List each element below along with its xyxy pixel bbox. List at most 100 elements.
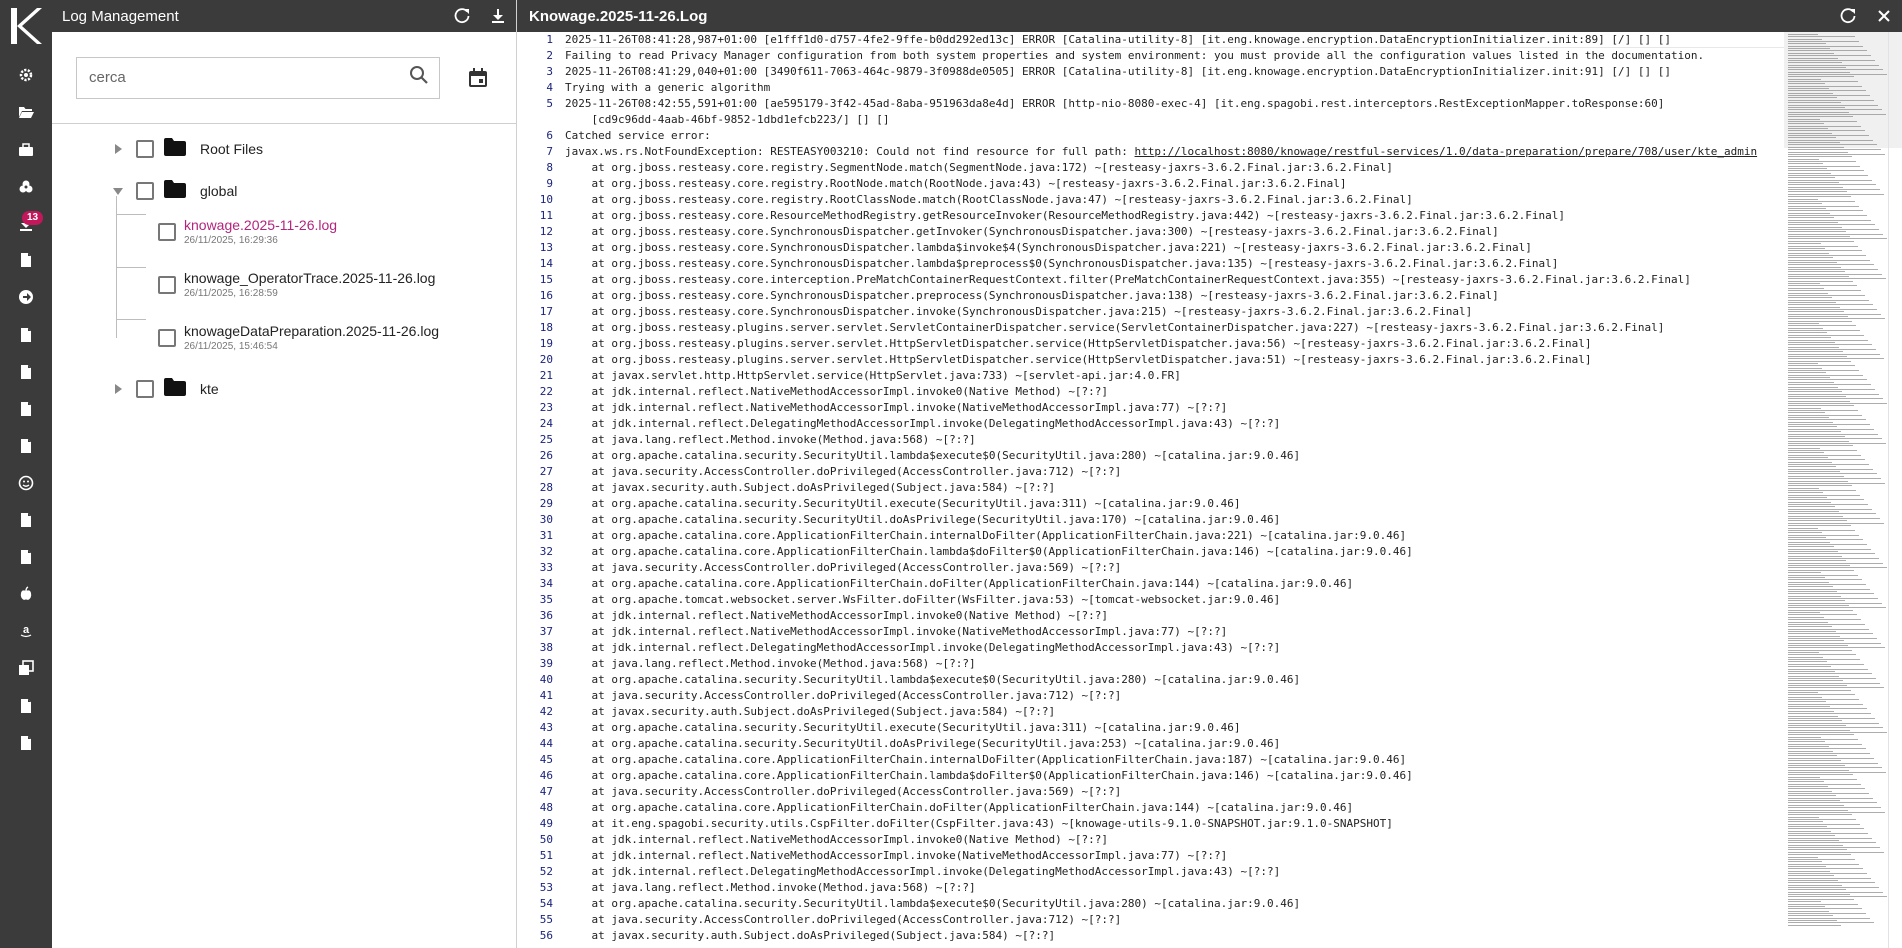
- minimap-line: [1788, 767, 1882, 769]
- minimap-line: [1788, 830, 1831, 832]
- collapse-arrow-icon[interactable]: [110, 183, 126, 199]
- log-line-text: at org.apache.catalina.core.ApplicationF…: [565, 801, 1354, 814]
- log-line: at jdk.internal.reflect.NativeMethodAcce…: [565, 832, 1902, 848]
- rail-item-document[interactable]: [0, 431, 52, 461]
- rail-item-document[interactable]: [0, 357, 52, 387]
- file-node-data-preparation-log[interactable]: knowageDataPreparation.2025-11-26.log 26…: [158, 322, 439, 354]
- minimap-line: [1788, 823, 1860, 825]
- minimap-line: [1788, 558, 1879, 560]
- minimap-line: [1788, 598, 1878, 599]
- minimap-line: [1788, 811, 1885, 813]
- minimap-line: [1788, 414, 1862, 416]
- download-button[interactable]: [480, 0, 516, 32]
- file-checkbox[interactable]: [158, 329, 176, 347]
- tree-node-global[interactable]: global: [110, 176, 237, 206]
- rail-item-smile[interactable]: [0, 468, 52, 498]
- file-name[interactable]: knowage.2025-11-26.log: [184, 216, 337, 234]
- log-line-text: at org.jboss.resteasy.core.SynchronousDi…: [565, 289, 1499, 302]
- file-checkbox[interactable]: [158, 276, 176, 294]
- file-text: knowageDataPreparation.2025-11-26.log 26…: [184, 322, 439, 354]
- refresh-button[interactable]: [444, 0, 480, 32]
- minimap-line: [1788, 847, 1880, 849]
- log-content[interactable]: 2025-11-26T08:41:28,987+01:00 [e1fff1d0-…: [563, 32, 1902, 948]
- log-line: at org.jboss.resteasy.core.interception.…: [565, 272, 1902, 288]
- minimap-line: [1788, 445, 1853, 447]
- minimap-line: [1788, 889, 1846, 891]
- code-editor[interactable]: 1 2 3 4 5 6 7 8 9 10 11 12 13 14 15 16 17 18 19 20 21 22 23 24 2…: [517, 32, 1902, 948]
- rail-item-gear[interactable]: [0, 60, 52, 90]
- global-checkbox[interactable]: [136, 182, 154, 200]
- resource-url-link[interactable]: http://localhost:8080/knowage/restful-se…: [1135, 145, 1758, 158]
- rail-item-document[interactable]: [0, 691, 52, 721]
- rail-item-document[interactable]: [0, 394, 52, 424]
- minimap-line: [1788, 325, 1856, 327]
- minimap-line: [1788, 372, 1826, 374]
- minimap-line: [1788, 668, 1868, 670]
- file-name[interactable]: knowage_OperatorTrace.2025-11-26.log: [184, 269, 435, 287]
- minimap-line: [1788, 475, 1844, 477]
- minimap-line: [1788, 365, 1855, 367]
- tree-node-kte[interactable]: kte: [110, 374, 219, 404]
- tree-node-root-files[interactable]: Root Files: [110, 134, 263, 164]
- log-line-text: at org.apache.catalina.core.ApplicationF…: [565, 753, 1407, 766]
- minimap-line: [1788, 724, 1846, 726]
- log-line: at jdk.internal.reflect.NativeMethodAcce…: [565, 848, 1902, 864]
- line-number: 54: [539, 897, 553, 910]
- minimap-line: [1788, 762, 1878, 764]
- search-input[interactable]: [89, 69, 409, 86]
- root-files-checkbox[interactable]: [136, 140, 154, 158]
- minimap-line: [1788, 278, 1886, 280]
- minimap-line: [1788, 125, 1861, 127]
- log-line-text: at org.jboss.resteasy.plugins.server.ser…: [565, 353, 1592, 366]
- file-node-operator-trace-log[interactable]: knowage_OperatorTrace.2025-11-26.log 26/…: [158, 269, 435, 301]
- search-button[interactable]: [409, 65, 429, 90]
- file-name[interactable]: knowageDataPreparation.2025-11-26.log: [184, 322, 439, 340]
- minimap-line: [1788, 818, 1856, 820]
- minimap-line: [1788, 708, 1867, 710]
- rail-item-amazon[interactable]: a: [0, 616, 52, 646]
- code-minimap[interactable]: [1784, 32, 1902, 948]
- rail-item-folder-open[interactable]: [0, 97, 52, 127]
- rail-item-document[interactable]: [0, 245, 52, 275]
- minimap-line: [1788, 386, 1838, 388]
- rail-item-download[interactable]: 13: [0, 209, 52, 239]
- minimap-line: [1788, 485, 1852, 487]
- minimap-line: [1788, 109, 1882, 111]
- vertical-scrollbar[interactable]: [1888, 32, 1902, 948]
- minimap-line: [1788, 896, 1887, 898]
- knowage-logo[interactable]: [0, 0, 52, 52]
- rail-item-document[interactable]: [0, 320, 52, 350]
- rail-item-document[interactable]: [0, 542, 52, 572]
- rail-item-briefcase[interactable]: [0, 135, 52, 165]
- minimap-line: [1788, 800, 1840, 802]
- minimap-line: [1788, 85, 1862, 87]
- log-line: at org.apache.catalina.core.ApplicationF…: [565, 752, 1902, 768]
- file-node-knowage-log[interactable]: knowage.2025-11-26.log 26/11/2025, 16:29…: [158, 216, 337, 248]
- minimap-line: [1788, 177, 1835, 179]
- minimap-line: [1788, 922, 1874, 924]
- rail-item-document[interactable]: [0, 728, 52, 758]
- clone-icon: [19, 660, 34, 675]
- viewer-refresh-button[interactable]: [1830, 0, 1866, 32]
- kte-checkbox[interactable]: [136, 380, 154, 398]
- expand-arrow-icon[interactable]: [110, 141, 126, 157]
- rail-item-cogs[interactable]: [0, 172, 52, 202]
- minimap-line: [1788, 69, 1883, 71]
- minimap-line: [1788, 64, 1879, 66]
- file-checkbox[interactable]: [158, 223, 176, 241]
- log-line: at jdk.internal.reflect.NativeMethodAcce…: [565, 608, 1902, 624]
- date-filter-button[interactable]: [456, 56, 500, 100]
- minimap-line: [1788, 135, 1869, 137]
- rail-item-clone[interactable]: [0, 653, 52, 683]
- rail-item-document[interactable]: [0, 505, 52, 535]
- rail-item-apple[interactable]: [0, 579, 52, 609]
- line-number: 41: [539, 689, 553, 702]
- expand-arrow-icon[interactable]: [110, 381, 126, 397]
- line-number: 12: [539, 225, 553, 238]
- line-number: 50: [539, 833, 553, 846]
- minimap-line: [1788, 104, 1878, 106]
- minimap-line: [1788, 73, 1887, 75]
- rail-item-arrow-circle-right[interactable]: [0, 282, 52, 312]
- log-line-text: at org.jboss.resteasy.core.SynchronousDi…: [565, 225, 1499, 238]
- viewer-close-button[interactable]: [1866, 0, 1902, 32]
